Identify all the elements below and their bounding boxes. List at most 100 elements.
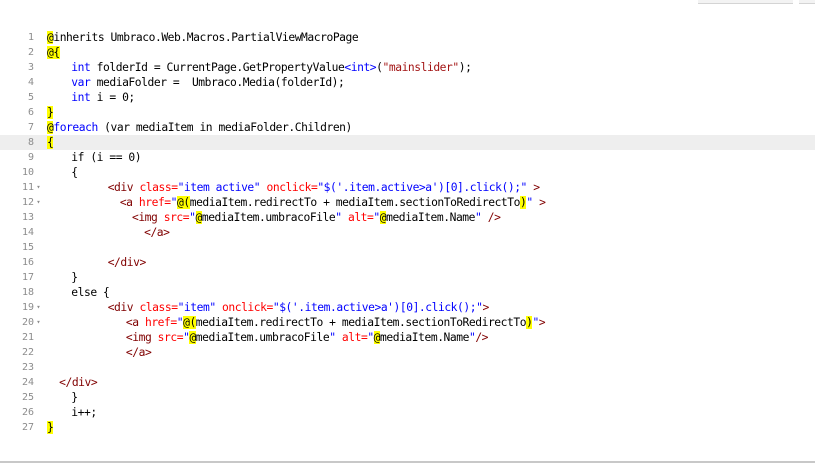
code-token: </a> (144, 226, 170, 239)
code-line[interactable]: 11 ▾ <div class="item active" onclick="$('… (0, 180, 815, 195)
code-line[interactable]: 7 @foreach (var mediaItem in mediaFolder.… (0, 120, 815, 135)
code-line[interactable]: 20 ▾ <a href="@(mediaItem.redirectTo + med… (0, 315, 815, 330)
code-token: " (373, 211, 380, 224)
toolbar-button[interactable] (799, 0, 815, 4)
code-line[interactable]: 10 { (0, 165, 815, 180)
code-token: " (367, 331, 374, 344)
code-token: mediaItem.umbracoFile (195, 331, 330, 344)
line-number: 17 (21, 272, 34, 283)
code-line[interactable]: 24 </div> (0, 375, 815, 390)
toolbar-tab[interactable] (698, 0, 793, 4)
code-line[interactable]: 6} (0, 105, 815, 120)
line-number: 22 (21, 347, 34, 358)
code-token: href= (138, 196, 171, 209)
line-number: 12 (21, 197, 34, 208)
code-line[interactable]: 26 i++; (0, 405, 815, 420)
code-line[interactable]: 3 int folderId = CurrentPage.GetPropertyV… (0, 60, 815, 75)
code-token: </div> (107, 256, 147, 269)
code-token: mediaItem.umbracoFile (201, 211, 336, 224)
code-text: @inherits Umbraco.Web.Macros.PartialView… (47, 30, 359, 45)
code-token: i++; (71, 406, 97, 419)
code-line[interactable]: 27} (0, 420, 815, 435)
code-text: </a> (144, 225, 170, 240)
code-line[interactable]: 22 </a> (0, 345, 815, 360)
code-line[interactable]: 2 @{ (0, 45, 815, 60)
code-line[interactable]: 19 ▾ <div class="item" onclick="$('.item.a… (0, 300, 815, 315)
code-text: <img src="@mediaItem.umbracoFile" alt="@… (132, 210, 501, 225)
fold-toggle-icon[interactable]: ▾ (34, 300, 43, 315)
code-text: else { (71, 285, 110, 300)
code-token: <img (125, 331, 152, 344)
code-token: </div> (59, 376, 98, 389)
code-token: } (47, 106, 54, 119)
code-token: "item active" (177, 181, 261, 194)
code-token: "mainslider" (382, 61, 460, 74)
code-token: inherits Umbraco.Web.Macros.PartialViewM… (53, 31, 359, 44)
code-text: var mediaFolder = Umbraco.Media(folderId… (71, 75, 345, 90)
code-token: } (47, 421, 54, 434)
code-line[interactable]: 5 int i = 0; (0, 90, 815, 105)
code-token: mediaItem.redirectTo + mediaItem.section… (189, 196, 521, 209)
code-token: onclick= (222, 301, 273, 314)
code-line[interactable]: 15 (0, 240, 815, 255)
code-token: int (71, 61, 91, 74)
code-line[interactable]: 1 @inherits Umbraco.Web.Macros.PartialVie… (0, 30, 815, 45)
code-token: <a (119, 196, 133, 209)
code-text: int i = 0; (71, 90, 135, 105)
code-text: int folderId = CurrentPage.GetPropertyVa… (71, 60, 472, 75)
editor-bottom-border (0, 461, 815, 471)
code-token: @{ (47, 46, 60, 59)
code-line[interactable]: 16 </div> (0, 255, 815, 270)
code-line[interactable]: 9 if (i == 0) (0, 150, 815, 165)
line-number: 9 (27, 152, 34, 163)
code-token: <div (107, 181, 134, 194)
code-token: "item" (177, 301, 217, 314)
code-token: foreach (53, 121, 98, 134)
code-token: src= (163, 211, 190, 224)
code-line[interactable]: 12 ▾ <a href="@(mediaItem.redirectTo + med… (0, 195, 815, 210)
code-token: " (189, 211, 196, 224)
line-number: 13 (21, 212, 34, 223)
line-number: 11 (21, 182, 34, 193)
code-line[interactable]: 14 </a> (0, 225, 815, 240)
fold-toggle-icon[interactable]: ▾ (34, 195, 43, 210)
code-line[interactable]: 13 <img src="@mediaItem.umbracoFile" alt=… (0, 210, 815, 225)
line-number: 23 (21, 362, 34, 373)
code-line[interactable]: 23 (0, 360, 815, 375)
code-token: } (71, 391, 78, 404)
code-token: int (71, 91, 91, 104)
code-line[interactable]: 8{ (0, 135, 815, 150)
line-number: 8 (27, 137, 34, 148)
code-text: <div class="item active" onclick="$('.it… (108, 180, 540, 195)
code-text: <img src="@mediaItem.umbracoFile" alt="@… (126, 330, 488, 345)
code-token: "$('.item.active>a')[0].click();" (317, 181, 527, 194)
code-line[interactable]: 21 <img src="@mediaItem.umbracoFile" alt=… (0, 330, 815, 345)
code-text: i++; (71, 405, 97, 420)
code-line[interactable]: 25} (0, 390, 815, 405)
code-token: class= (139, 301, 178, 314)
code-line[interactable]: 4 var mediaFolder = Umbraco.Media(folderI… (0, 75, 815, 90)
code-text: <a href="@(mediaItem.redirectTo + mediaI… (120, 195, 546, 210)
line-number: 1 (27, 32, 34, 43)
fold-toggle-icon[interactable]: ▾ (34, 180, 43, 195)
code-token: > (532, 196, 546, 209)
line-number: 25 (21, 392, 34, 403)
code-line[interactable]: 18 else { (0, 285, 815, 300)
line-number: 2 (27, 47, 34, 58)
code-text: <a href="@(mediaItem.redirectTo + mediaI… (126, 315, 546, 330)
line-number: 15 (21, 242, 34, 253)
line-number: 5 (27, 92, 34, 103)
code-token: href= (144, 316, 177, 329)
line-number: 10 (21, 167, 34, 178)
code-token: { (71, 166, 78, 179)
code-line[interactable]: 17} (0, 270, 815, 285)
code-editor[interactable]: 1 @inherits Umbraco.Web.Macros.PartialVie… (0, 30, 815, 435)
line-number: 7 (27, 122, 34, 133)
code-text: } (47, 420, 54, 435)
code-token: > (538, 316, 546, 329)
line-number: 3 (27, 62, 34, 73)
fold-toggle-icon[interactable]: ▾ (34, 315, 43, 330)
code-text: } (71, 270, 78, 285)
code-token: var (71, 76, 91, 89)
code-token: ); (458, 61, 472, 74)
